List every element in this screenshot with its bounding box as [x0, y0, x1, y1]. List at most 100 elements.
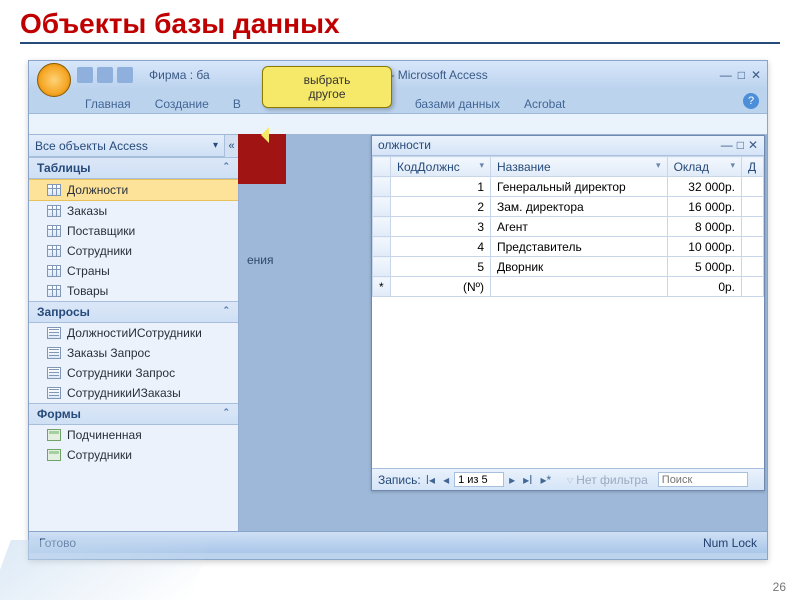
query-icon	[47, 347, 61, 359]
table-icon	[47, 205, 61, 217]
nav-item-label: Страны	[67, 264, 110, 278]
maximize-button[interactable]: □	[738, 68, 745, 82]
nav-item-label: СотрудникиИЗаказы	[67, 386, 181, 400]
undo-icon[interactable]	[97, 67, 113, 83]
table-icon	[47, 285, 61, 297]
nav-item-query[interactable]: СотрудникиИЗаказы	[29, 383, 238, 403]
query-icon	[47, 327, 61, 339]
nav-section-queries[interactable]: Запросы ⌃	[29, 301, 238, 323]
tab-acrobat[interactable]: Acrobat	[520, 95, 569, 113]
nav-item-label: Подчиненная	[67, 428, 142, 442]
annotation-callout: выбрать другое	[262, 66, 392, 108]
datasheet-title: олжности	[378, 138, 431, 153]
nav-item-query[interactable]: Сотрудники Запрос	[29, 363, 238, 383]
table-row[interactable]: 3Агент8 000р.	[373, 217, 764, 237]
navigation-pane: Все объекты Access ▾ « Таблицы ⌃ Должност…	[29, 135, 239, 531]
table-row[interactable]: 2Зам. директора16 000р.	[373, 197, 764, 217]
tab-unknown[interactable]: В	[229, 95, 245, 113]
nav-item-form[interactable]: Сотрудники	[29, 445, 238, 465]
tab-home[interactable]: Главная	[81, 95, 135, 113]
table-new-row[interactable]: *(Nº)0р.	[373, 277, 764, 297]
table-icon	[47, 225, 61, 237]
nav-section-label: Формы	[37, 407, 81, 421]
nav-item-label: ДолжностиИСотрудники	[67, 326, 202, 340]
datasheet-titlebar: олжности — □ ✕	[372, 136, 764, 156]
nav-section-label: Таблицы	[37, 161, 90, 175]
close-button[interactable]: ✕	[751, 68, 761, 82]
tab-dbtools[interactable]: базами данных	[411, 95, 504, 113]
table-row[interactable]: 1Генеральный директор32 000р.	[373, 177, 764, 197]
nav-item-table[interactable]: Страны	[29, 261, 238, 281]
nav-item-table[interactable]: Должности	[29, 179, 238, 201]
prev-record-button[interactable]: ◂	[440, 473, 452, 487]
tab-create[interactable]: Создание	[151, 95, 213, 113]
datasheet-window: олжности — □ ✕ КодДолжнс▾ Название▾ Окла…	[371, 135, 765, 491]
nav-section-label: Запросы	[37, 305, 90, 319]
row-selector-header[interactable]	[373, 157, 391, 177]
column-header-salary[interactable]: Оклад▾	[667, 157, 741, 177]
quick-access-toolbar	[77, 67, 133, 83]
nav-item-label: Поставщики	[67, 224, 135, 238]
table-icon	[47, 184, 61, 196]
help-icon[interactable]: ?	[743, 93, 759, 109]
data-grid[interactable]: КодДолжнс▾ Название▾ Оклад▾ Д 1Генеральн…	[372, 156, 764, 297]
column-header-id[interactable]: КодДолжнс▾	[391, 157, 491, 177]
page-number: 26	[773, 580, 786, 594]
nav-item-table[interactable]: Сотрудники	[29, 241, 238, 261]
ribbon-tabs: Главная Создание В базами данных Acrobat	[29, 89, 767, 113]
minimize-button[interactable]: —	[720, 68, 732, 82]
child-close-button[interactable]: ✕	[748, 138, 758, 153]
title-underline	[20, 42, 780, 44]
nav-item-query[interactable]: Заказы Запрос	[29, 343, 238, 363]
search-input[interactable]	[658, 472, 748, 487]
save-icon[interactable]	[77, 67, 93, 83]
query-icon	[47, 387, 61, 399]
nav-item-label: Сотрудники	[67, 448, 132, 462]
collapse-icon[interactable]: ⌃	[222, 161, 230, 175]
content-area: Все объекты Access ▾ « Таблицы ⌃ Должност…	[29, 135, 767, 531]
filter-indicator[interactable]: Нет фильтра	[566, 473, 648, 487]
access-window: Фирма : ба 00) - Microsoft Access — □ ✕ …	[28, 60, 768, 560]
record-position-input[interactable]	[454, 472, 504, 487]
status-numlock: Num Lock	[703, 536, 757, 550]
nav-header[interactable]: Все объекты Access ▾	[29, 135, 224, 157]
nav-section-tables[interactable]: Таблицы ⌃	[29, 157, 238, 179]
background-text: ения	[247, 253, 274, 267]
table-row[interactable]: 5Дворник5 000р.	[373, 257, 764, 277]
callout-line1: выбрать	[271, 73, 383, 87]
nav-item-label: Товары	[67, 284, 108, 298]
column-header-extra[interactable]: Д	[742, 157, 764, 177]
nav-item-query[interactable]: ДолжностиИСотрудники	[29, 323, 238, 343]
callout-line2: другое	[271, 87, 383, 101]
ribbon-body	[29, 113, 767, 135]
first-record-button[interactable]: ⅼ◂	[423, 473, 438, 487]
nav-section-forms[interactable]: Формы ⌃	[29, 403, 238, 425]
next-record-button[interactable]: ▸	[506, 473, 518, 487]
form-icon	[47, 449, 61, 461]
nav-item-table[interactable]: Поставщики	[29, 221, 238, 241]
nav-header-label: Все объекты Access	[35, 139, 148, 153]
document-area: ения олжности — □ ✕ КодДолжнс▾ Название▾	[239, 135, 767, 531]
child-maximize-button[interactable]: □	[737, 138, 744, 153]
nav-item-label: Должности	[67, 183, 128, 197]
nav-item-label: Заказы Запрос	[67, 346, 150, 360]
new-record-button[interactable]: ▸*	[538, 473, 555, 487]
child-minimize-button[interactable]: —	[721, 138, 733, 153]
redo-icon[interactable]	[117, 67, 133, 83]
nav-item-label: Заказы	[67, 204, 107, 218]
column-header-name[interactable]: Название▾	[491, 157, 668, 177]
nav-item-label: Сотрудники	[67, 244, 132, 258]
table-icon	[47, 245, 61, 257]
nav-item-form[interactable]: Подчиненная	[29, 425, 238, 445]
collapse-icon[interactable]: ⌃	[222, 407, 230, 421]
slide-decoration	[0, 540, 211, 600]
nav-collapse-button[interactable]: «	[224, 135, 238, 157]
office-button[interactable]	[37, 63, 71, 97]
nav-item-table[interactable]: Товары	[29, 281, 238, 301]
nav-item-table[interactable]: Заказы	[29, 201, 238, 221]
chevron-down-icon[interactable]: ▾	[213, 140, 218, 151]
last-record-button[interactable]: ▸ⅼ	[520, 473, 535, 487]
collapse-icon[interactable]: ⌃	[222, 305, 230, 319]
table-row[interactable]: 4Представитель10 000р.	[373, 237, 764, 257]
record-navigator: Запись: ⅼ◂ ◂ ▸ ▸ⅼ ▸* Нет фильтра	[372, 468, 764, 490]
